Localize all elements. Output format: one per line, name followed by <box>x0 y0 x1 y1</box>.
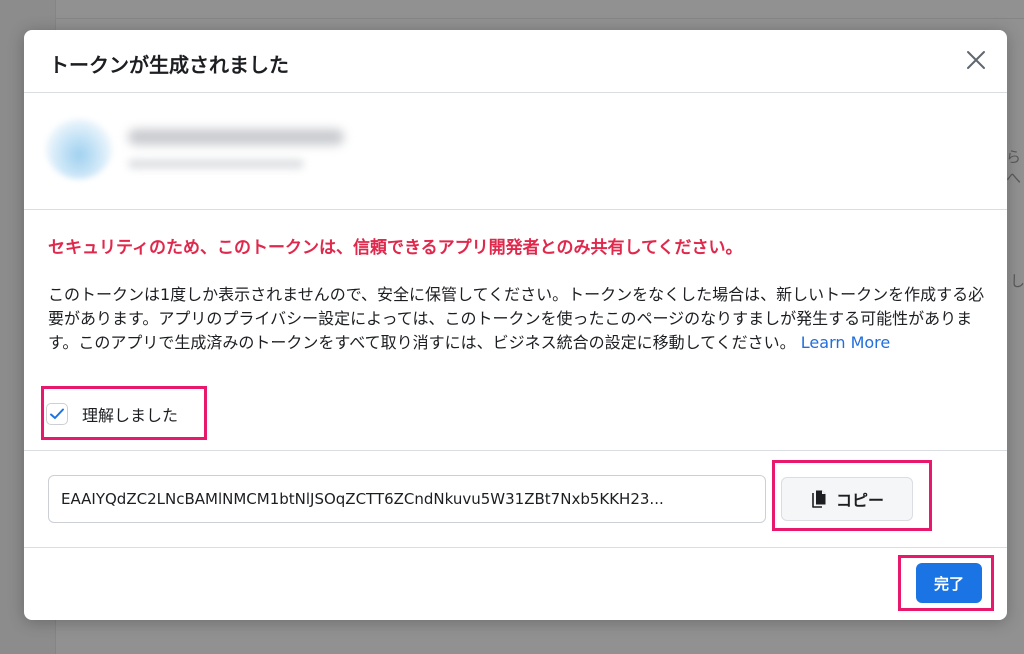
learn-more-link[interactable]: Learn More <box>801 333 890 352</box>
copy-label: コピー <box>835 491 884 510</box>
dialog-title: トークンが生成されました <box>49 53 289 77</box>
page-subtitle-redacted <box>128 159 304 169</box>
token-generated-dialog: トークンが生成されました セキュリティのため、このトークンは、信頼できるアプリ開… <box>24 30 1007 620</box>
acknowledge-checkbox[interactable] <box>46 403 68 425</box>
close-icon <box>967 51 985 69</box>
page-avatar <box>46 119 112 179</box>
token-description: このトークンは1度しか表示されませんので、安全に保管してください。トークンをなく… <box>48 283 988 355</box>
page-name-redacted <box>128 129 344 145</box>
page-info-row <box>24 93 1007 210</box>
acknowledge-checkbox-row[interactable]: 理解しました <box>46 402 178 426</box>
copy-icon <box>812 490 826 508</box>
background-peek-text: し <box>1010 272 1024 290</box>
access-token-field[interactable] <box>48 475 766 523</box>
copy-button[interactable]: コピー <box>781 477 913 521</box>
token-row: コピー <box>24 450 1007 548</box>
done-button[interactable]: 完了 <box>916 563 982 603</box>
background-peek-text: らへ <box>1006 148 1022 187</box>
security-warning: セキュリティのため、このトークンは、信頼できるアプリ開発者とのみ共有してください… <box>48 238 743 258</box>
close-button[interactable] <box>959 43 993 77</box>
acknowledge-label: 理解しました <box>82 406 179 425</box>
checkmark-icon <box>50 408 64 419</box>
dialog-header: トークンが生成されました <box>24 30 1007 93</box>
background-divider <box>55 18 1024 19</box>
